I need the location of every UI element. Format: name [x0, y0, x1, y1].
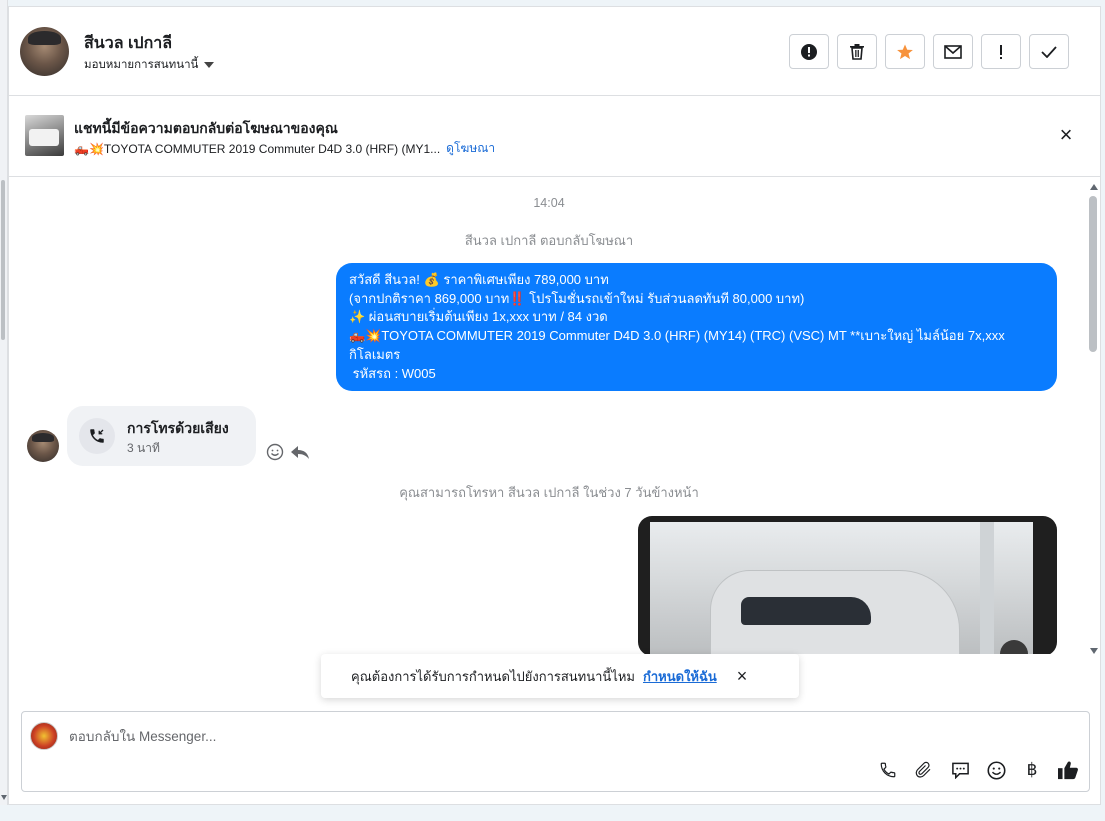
message-line: ✨ ผ่อนสบายเริ่มต้นเพียง 1x,xxx บาท / 84 …: [349, 309, 608, 325]
message-line: 🛻💥TOYOTA COMMUTER 2019 Commuter D4D 3.0 …: [349, 328, 1005, 344]
ad-thumbnail[interactable]: [25, 115, 64, 156]
message-thread[interactable]: 14:04 สีนวล เปกาลี ตอบกลับโฆษณา สวัสดี ส…: [9, 178, 1089, 654]
contact-name[interactable]: สีนวล เปกาลี: [84, 31, 172, 56]
voice-call-message[interactable]: การโทรด้วยเสียง 3 นาที: [67, 406, 256, 466]
header-actions: [789, 34, 1069, 69]
star-icon: [897, 44, 913, 59]
mark-unread-button[interactable]: [933, 34, 973, 69]
spam-button[interactable]: [981, 34, 1021, 69]
report-button[interactable]: [789, 34, 829, 69]
phone-icon[interactable]: [877, 759, 899, 781]
scroll-down-arrow[interactable]: [1090, 648, 1098, 654]
toast-text: คุณต้องการได้รับการกำหนดไปยังการสนทนานี้…: [351, 668, 635, 684]
close-icon[interactable]: ×: [1056, 124, 1076, 146]
close-icon[interactable]: ×: [737, 666, 748, 687]
left-scroll-down-arrow[interactable]: [1, 795, 7, 800]
saved-reply-icon[interactable]: [949, 759, 971, 781]
caret-down-icon: [204, 62, 215, 68]
message-line: (จากปกติราคา 869,000 บาท‼️ โปรโมชั่นรถเข…: [349, 290, 805, 306]
star-button[interactable]: [885, 34, 925, 69]
thumbs-up-icon[interactable]: [1057, 759, 1079, 781]
assign-toast: คุณต้องการได้รับการกำหนดไปยังการสนทนานี้…: [321, 654, 799, 698]
image-attachment[interactable]: [638, 516, 1057, 654]
ad-banner-subtitle: 🛻💥TOYOTA COMMUTER 2019 Commuter D4D 3.0 …: [74, 139, 495, 158]
message-scrollbar[interactable]: [1087, 178, 1100, 654]
reply-icon[interactable]: [290, 443, 310, 463]
paperclip-icon[interactable]: [913, 759, 935, 781]
exclamation-icon: [1000, 44, 1002, 59]
contact-avatar[interactable]: [20, 27, 69, 76]
view-ad-link[interactable]: ดูโฆษณา: [446, 139, 495, 158]
assign-conversation-dropdown[interactable]: มอบหมายการสนทนานี้: [84, 56, 215, 74]
message-timestamp: 14:04: [533, 196, 565, 210]
sender-avatar[interactable]: [27, 430, 59, 462]
van-shape: [710, 570, 960, 654]
message-line: กิโลเมตร: [349, 346, 401, 362]
ad-reply-note: สีนวล เปกาลี ตอบกลับโฆษณา: [464, 233, 634, 248]
call-availability-note: คุณสามารถโทรหา สีนวล เปกาลี ในช่วง 7 วัน…: [399, 485, 699, 500]
delete-button[interactable]: [837, 34, 877, 69]
mark-done-button[interactable]: [1029, 34, 1069, 69]
emoji-icon[interactable]: [985, 759, 1007, 781]
page-avatar: [30, 722, 58, 750]
call-title: การโทรด้วยเสียง: [127, 420, 229, 436]
left-scrollbar-thumb[interactable]: [1, 180, 5, 340]
conversation-panel: สีนวล เปกาลี มอบหมายการสนทนานี้ แชทนี้มี…: [8, 6, 1101, 805]
assign-to-me-link[interactable]: กำหนดให้ฉัน: [643, 666, 717, 687]
left-scroll-strip: [0, 0, 8, 805]
composer-tools: ฿: [877, 759, 1079, 781]
ad-banner-title: แชทนี้มีข้อความตอบกลับต่อโฆษณาของคุณ: [74, 120, 338, 136]
smiley-icon[interactable]: [266, 443, 286, 463]
van-photo: [650, 522, 1033, 654]
alert-circle-icon: [801, 43, 817, 60]
conversation-header: สีนวล เปกาลี มอบหมายการสนทนานี้: [9, 7, 1100, 96]
assign-label: มอบหมายการสนทนานี้: [84, 59, 199, 71]
message-composer: ฿: [21, 711, 1090, 792]
envelope-icon: [944, 44, 962, 59]
message-line: รหัสรถ : W005: [349, 365, 436, 381]
pillar-shape: [980, 522, 994, 654]
call-duration: 3 นาที: [127, 441, 160, 455]
ad-name: 🛻💥TOYOTA COMMUTER 2019 Commuter D4D 3.0 …: [74, 141, 441, 156]
trash-icon: [850, 44, 864, 60]
baht-icon[interactable]: ฿: [1021, 759, 1043, 781]
scroll-up-arrow[interactable]: [1090, 184, 1098, 190]
incoming-call-icon: [79, 418, 115, 454]
scrollbar-thumb[interactable]: [1089, 196, 1097, 352]
tire-shape: [1000, 640, 1028, 654]
ad-reply-banner: แชทนี้มีข้อความตอบกลับต่อโฆษณาของคุณ 🛻💥T…: [9, 96, 1100, 177]
check-icon: [1041, 45, 1057, 58]
reply-input[interactable]: [69, 726, 869, 746]
outgoing-message[interactable]: สวัสดี สีนวล! 💰 ราคาพิเศษเพียง 789,000 บ…: [336, 263, 1057, 391]
message-line: สวัสดี สีนวล! 💰 ราคาพิเศษเพียง 789,000 บ…: [349, 272, 609, 287]
